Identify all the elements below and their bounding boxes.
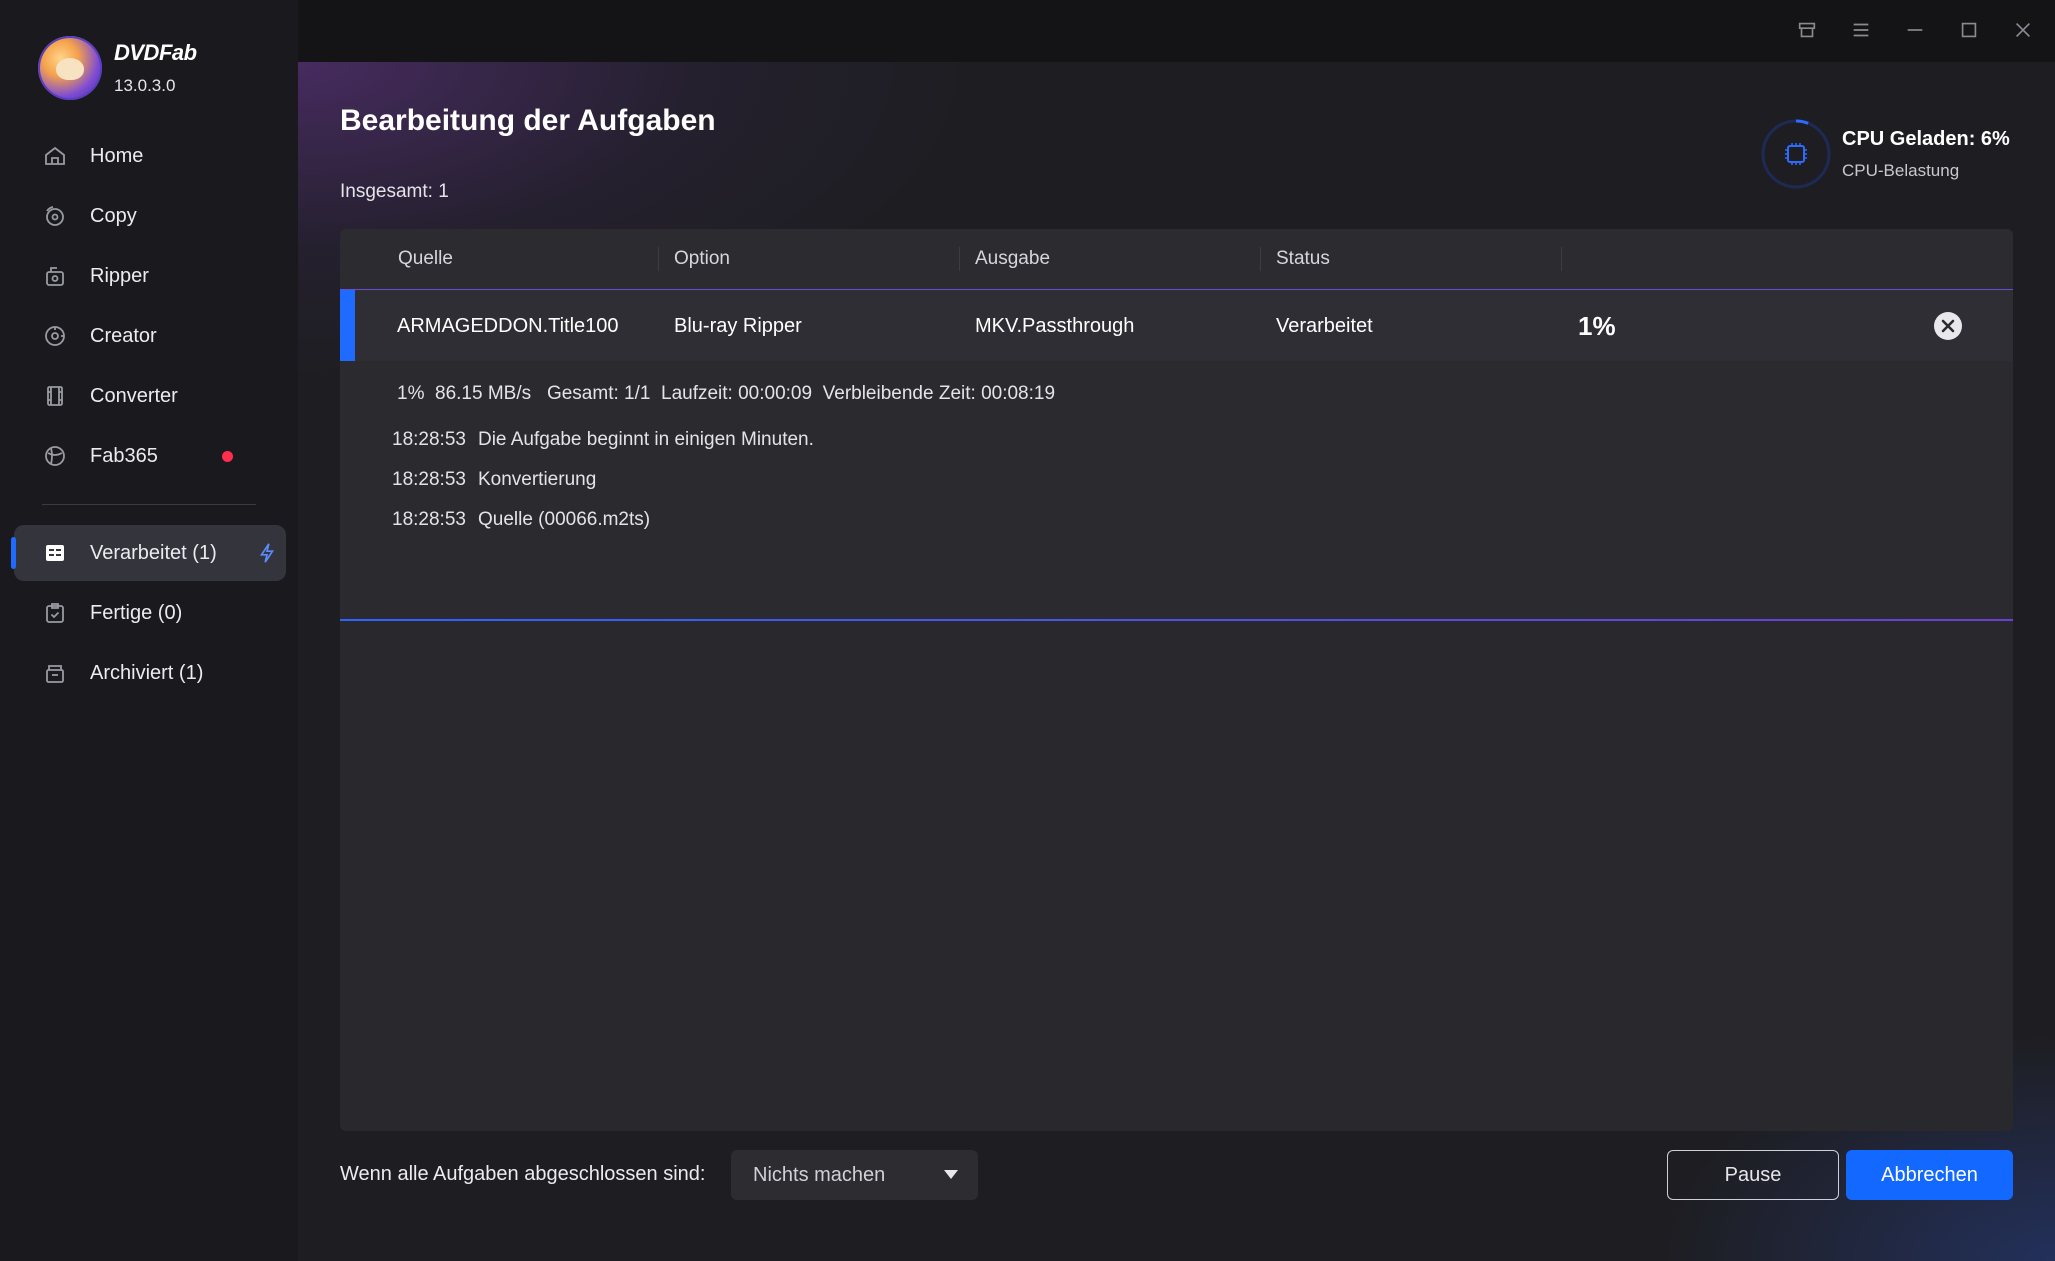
after-completion-label: Wenn alle Aufgaben abgeschlossen sind: xyxy=(340,1163,706,1185)
converter-icon xyxy=(42,383,68,409)
sidebar-item-archive[interactable]: Archiviert (1) xyxy=(14,645,286,701)
page-title: Bearbeitung der Aufgaben xyxy=(340,104,716,137)
maximize-icon[interactable] xyxy=(1953,14,1985,46)
app-window: DVDFab 13.0.3.0 Home Copy Ripper Creator… xyxy=(0,0,2055,1261)
sidebar-item-ripper[interactable]: Ripper xyxy=(14,248,286,304)
select-value: Nichts machen xyxy=(753,1163,886,1186)
processing-icon xyxy=(42,540,68,566)
close-icon xyxy=(1941,319,1955,333)
app-name: DVDFab xyxy=(114,40,197,65)
sidebar-item-home[interactable]: Home xyxy=(14,128,286,184)
notification-dot xyxy=(222,451,233,462)
sidebar-item-label: Creator xyxy=(90,324,157,347)
log-entry: 18:28:53 Die Aufgabe beginnt in einigen M… xyxy=(392,429,814,451)
cancel-button[interactable]: Abbrechen xyxy=(1846,1150,2013,1200)
task-table: Quelle Option Ausgabe Status ARMAGEDDON.… xyxy=(340,229,2013,1131)
task-detail-panel: 1% 86.15 MB/s Gesamt: 1/1 Laufzeit: 00:0… xyxy=(340,361,2013,621)
log-time: 18:28:53 xyxy=(392,469,466,490)
app-version: 13.0.3.0 xyxy=(114,76,176,95)
copy-icon xyxy=(42,203,68,229)
sidebar-item-fab365[interactable]: Fab365 xyxy=(14,428,286,484)
log-message: Konvertierung xyxy=(477,469,597,490)
task-option: Blu-ray Ripper xyxy=(674,315,802,337)
lightning-icon xyxy=(259,543,275,563)
column-header-source: Quelle xyxy=(398,248,453,269)
store-icon[interactable] xyxy=(1791,14,1823,46)
sidebar-item-finished[interactable]: Fertige (0) xyxy=(14,585,286,641)
log-message: Quelle (00066.m2ts) xyxy=(477,509,651,530)
pause-button[interactable]: Pause xyxy=(1667,1150,1839,1200)
log-time: 18:28:53 xyxy=(392,429,466,450)
task-status: Verarbeitet xyxy=(1276,315,1373,337)
sidebar-item-label: Home xyxy=(90,144,144,167)
brand: DVDFab 13.0.3.0 xyxy=(38,36,197,100)
ripper-icon xyxy=(42,263,68,289)
table-header: Quelle Option Ausgabe Status xyxy=(340,229,2013,289)
minimize-icon[interactable] xyxy=(1899,14,1931,46)
dvdfab-logo xyxy=(38,36,102,100)
column-header-status: Status xyxy=(1276,248,1330,269)
column-divider xyxy=(658,247,659,271)
sidebar-item-label: Fab365 xyxy=(90,444,158,467)
cpu-chip-icon xyxy=(1787,145,1805,163)
sidebar-item-label: Fertige (0) xyxy=(90,601,183,624)
cpu-monitor: CPU Geladen: 6% CPU-Belastung xyxy=(1760,118,2010,190)
sidebar-nav: Home Copy Ripper Creator Converter Fab36… xyxy=(11,128,286,705)
column-header-output: Ausgabe xyxy=(975,248,1051,269)
cpu-load-subtitle: CPU-Belastung xyxy=(1842,160,1960,180)
sidebar-item-label: Ripper xyxy=(90,264,149,287)
archive-icon xyxy=(42,660,68,686)
row-active-indicator xyxy=(340,290,355,362)
after-completion-select[interactable]: Nichts machen xyxy=(731,1150,978,1200)
sidebar-divider xyxy=(42,504,256,505)
column-header-option: Option xyxy=(674,248,730,269)
close-icon[interactable] xyxy=(2007,14,2039,46)
finished-icon xyxy=(42,600,68,626)
sidebar-item-copy[interactable]: Copy xyxy=(14,188,286,244)
sidebar-item-processing[interactable]: Verarbeitet (1) xyxy=(11,525,286,581)
title-bar xyxy=(298,0,2055,62)
home-icon xyxy=(42,143,68,169)
sidebar-item-label: Copy xyxy=(90,204,137,227)
task-progress-percent: 1% xyxy=(1578,311,1616,341)
creator-icon xyxy=(42,323,68,349)
main-panel: Bearbeitung der Aufgaben Insgesamt: 1 CP… xyxy=(298,62,2055,1261)
column-divider xyxy=(1561,247,1562,271)
remove-task-button[interactable] xyxy=(1934,312,1962,340)
sidebar-item-label: Converter xyxy=(90,384,178,407)
column-divider xyxy=(1260,247,1261,271)
log-entry: 18:28:53 Konvertierung xyxy=(392,469,596,491)
cpu-load-ring xyxy=(1761,119,1831,189)
log-time: 18:28:53 xyxy=(392,509,466,530)
sidebar-item-creator[interactable]: Creator xyxy=(14,308,286,364)
task-stats: 1% 86.15 MB/s Gesamt: 1/1 Laufzeit: 00:0… xyxy=(397,383,1056,404)
fab365-icon xyxy=(42,443,68,469)
cpu-load-title: CPU Geladen: 6% xyxy=(1842,127,2010,150)
task-source: ARMAGEDDON.Title100 xyxy=(397,315,619,337)
task-output: MKV.Passthrough xyxy=(975,315,1135,337)
sidebar: DVDFab 13.0.3.0 Home Copy Ripper Creator… xyxy=(0,0,298,1261)
chevron-down-icon xyxy=(944,1170,958,1179)
column-divider xyxy=(959,247,960,271)
sidebar-item-label: Archiviert (1) xyxy=(90,661,204,684)
log-message: Die Aufgabe beginnt in einigen Minuten. xyxy=(477,429,814,450)
table-row[interactable]: ARMAGEDDON.Title100 Blu-ray Ripper MKV.P… xyxy=(340,289,2013,362)
sidebar-item-converter[interactable]: Converter xyxy=(14,368,286,424)
sidebar-item-label: Verarbeitet (1) xyxy=(90,541,217,564)
menu-icon[interactable] xyxy=(1845,14,1877,46)
task-total: Insgesamt: 1 xyxy=(340,181,449,202)
log-entry: 18:28:53 Quelle (00066.m2ts) xyxy=(392,509,650,531)
